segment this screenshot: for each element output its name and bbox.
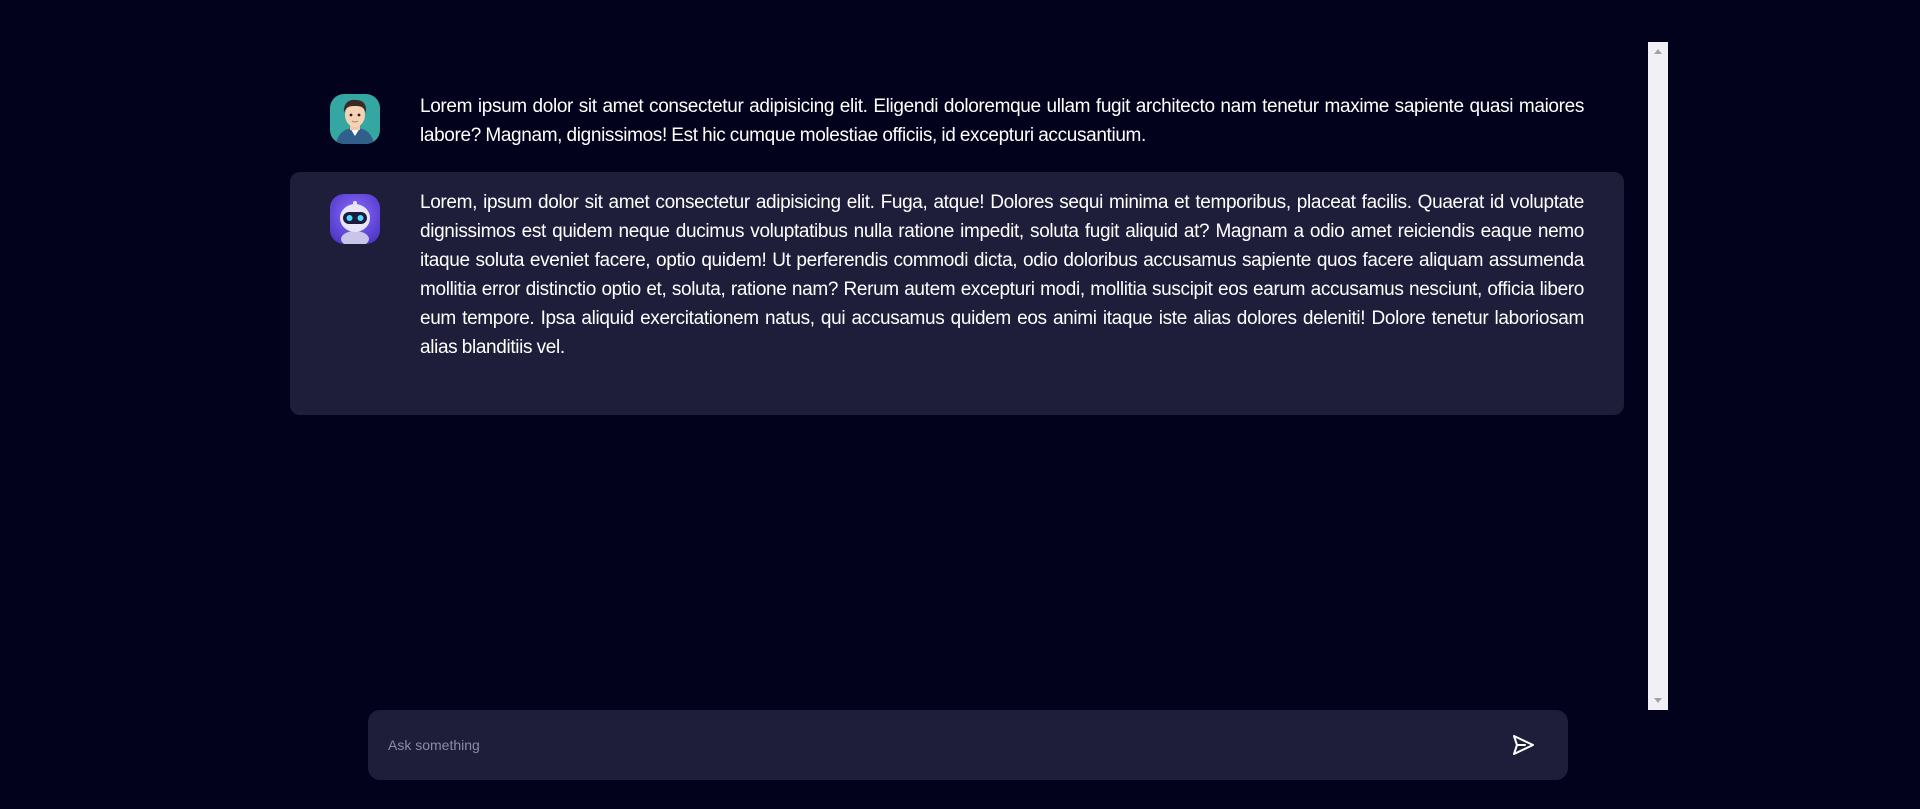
user-avatar-icon [330, 94, 380, 144]
chat-container: Lorem ipsum dolor sit amet consectetur a… [290, 42, 1652, 708]
message-input-bar [368, 710, 1568, 780]
chat-scrollbar[interactable] [1648, 42, 1668, 710]
bot-message-text: Lorem, ipsum dolor sit amet consectetur … [420, 192, 1584, 358]
scroll-down-arrow-icon[interactable] [1654, 698, 1662, 703]
send-icon [1508, 735, 1538, 763]
ask-input[interactable] [388, 710, 1488, 780]
user-message: Lorem ipsum dolor sit amet consectetur a… [290, 72, 1624, 180]
bot-message: Lorem, ipsum dolor sit amet consectetur … [290, 172, 1624, 415]
bot-avatar-icon [330, 194, 380, 244]
scroll-up-arrow-icon[interactable] [1654, 49, 1662, 54]
send-button[interactable] [1508, 730, 1538, 760]
user-message-text: Lorem ipsum dolor sit amet consectetur a… [420, 96, 1584, 146]
